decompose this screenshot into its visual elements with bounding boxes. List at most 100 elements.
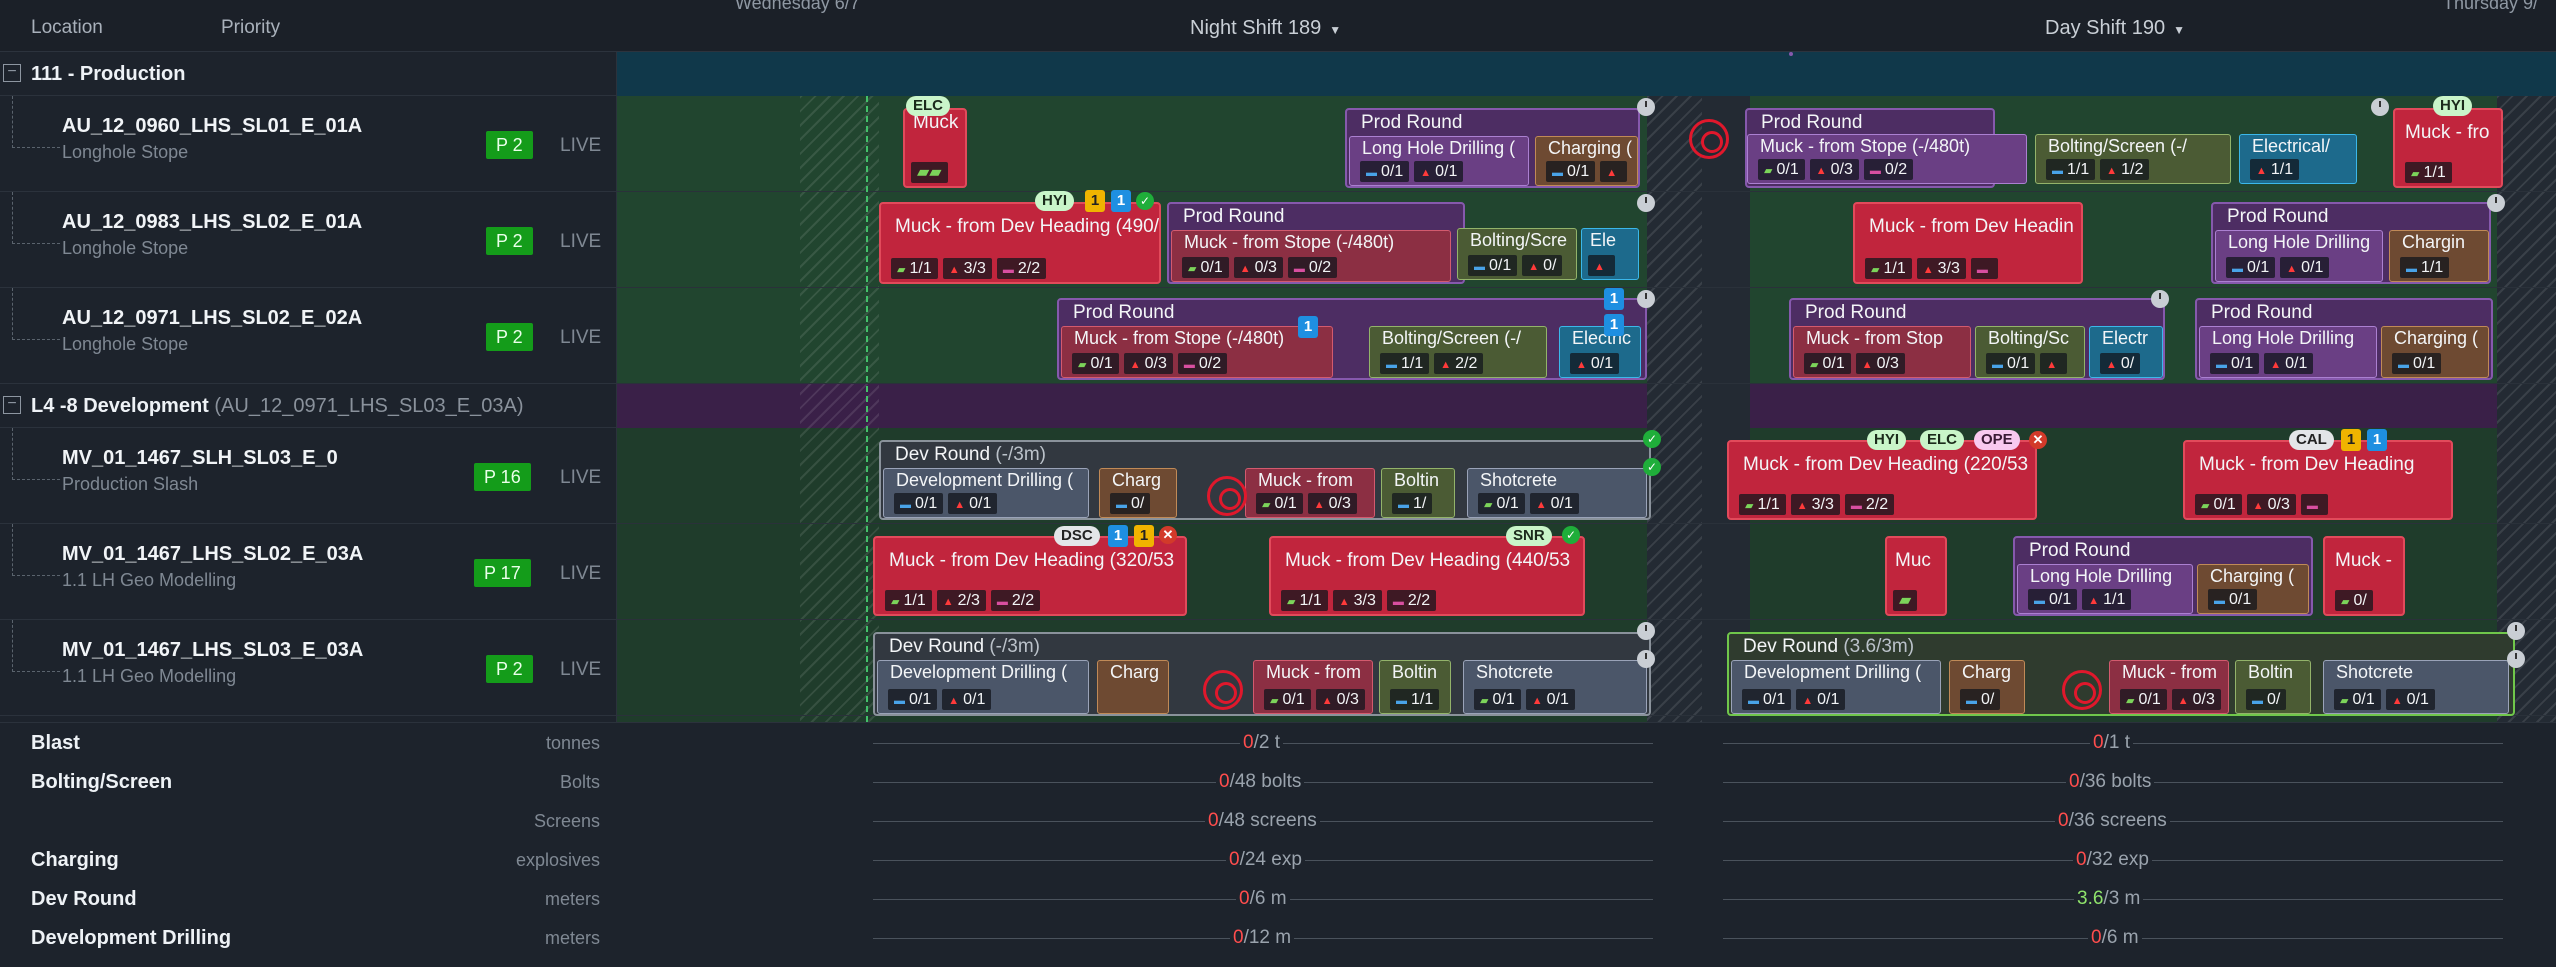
subtask-long-hole-drilling[interactable]: Long Hole Drilling ▬ 0/1 ▲ 1/1 [2017,564,2193,614]
summary-value-night[interactable]: 0/12 m [1230,927,1295,949]
subtask-charging[interactable]: Charg ▬ 0/ [1949,660,2025,714]
tag-hyi[interactable]: HYI [2433,96,2473,116]
summary-value-day[interactable]: 0/6 m [2088,927,2142,949]
day-shift-selector[interactable]: Day Shift 190 ▼ [2045,17,2185,40]
tag-snr[interactable]: SNR [1506,526,1552,546]
location-row[interactable]: AU_12_0971_LHS_SL02_E_02A Longhole Stope… [0,288,617,384]
summary-value-day[interactable]: 0/1 t [2090,732,2133,754]
subtask-development-drilling[interactable]: Development Drilling ( ▬ 0/1 ▲ 0/1 [883,468,1089,518]
summary-value-night[interactable]: 0/6 m [1236,888,1290,910]
subtask-long-hole-drilling[interactable]: Long Hole Drilling ( ▬ 0/1 ▲ 0/1 [1349,136,1529,186]
task-muck-from-dev-heading[interactable]: Muck - from Dev Heading (320/53 ▰ 1/1 ▲ 2/3… [873,536,1187,616]
collapse-toggle-icon[interactable]: − [3,396,21,414]
subtask-shotcrete[interactable]: Shotcrete ▰ 0/1 ▲ 0/1 [1463,660,1647,714]
info-count-badge[interactable]: 1 [2367,429,2387,451]
subtask-charging[interactable]: Chargin ▬ 1/1 [2389,230,2489,282]
task-muck-from-dev-heading[interactable]: Muck - from Dev Heading ▰ 0/1 ▲ 0/3 ▬ [2183,440,2453,520]
subtask-shotcrete[interactable]: Shotcrete ▰ 0/1 ▲ 0/1 [1467,468,1647,518]
summary-value-night[interactable]: 0/24 exp [1226,849,1305,871]
tag-hyi[interactable]: HYI [1035,191,1075,211]
summary-value-day[interactable]: 0/36 screens [2055,810,2170,832]
tag-elc[interactable]: ELC [906,96,950,116]
subtask-electrical[interactable]: Electrical/ ▲ 1/1 [2239,134,2357,184]
clock-icon[interactable] [1637,622,1655,640]
subtask-shotcrete[interactable]: Shotcrete ▰ 0/1 ▲ 0/1 [2323,660,2509,714]
error-icon[interactable]: ✕ [2029,431,2047,449]
blast-target-icon[interactable] [1207,476,1247,516]
subtask-development-drilling[interactable]: Development Drilling ( ▬ 0/1 ▲ 0/1 [1731,660,1941,714]
tag-hyi[interactable]: HYI [1867,430,1907,450]
summary-value-night[interactable]: 0/48 screens [1205,810,1320,832]
tag-cal[interactable]: CAL [2289,430,2334,450]
summary-value-night[interactable]: 0/2 t [1240,732,1283,754]
summary-value-night[interactable]: 0/48 bolts [1216,771,1305,793]
info-count-badge[interactable]: 1 [1604,314,1624,336]
task-muck-from-dev-heading[interactable]: Muck - from Dev Headin ▰ 1/1 ▲ 3/3 ▬ [1853,202,2083,284]
location-row[interactable]: MV_01_1467_SLH_SL03_E_0 Production Slash… [0,428,617,524]
clock-icon[interactable] [1637,98,1655,116]
clock-icon[interactable] [1637,194,1655,212]
clock-icon[interactable] [2487,194,2505,212]
task-prod-round[interactable]: Prod Round Muck - from Stope (-/480t) ▰ 0… [1167,202,1465,284]
task-prod-round[interactable]: Prod Round Long Hole Drilling ▬ 0/1 ▲ 0/1 C… [2195,298,2493,380]
task-prod-round[interactable]: Prod Round Muck - from Stope (-/480t) ▰ 0… [1057,298,1647,380]
warning-count-badge[interactable]: 1 [1085,190,1105,212]
subtask-electrical[interactable]: Electric ▲ 0/1 [1559,326,1641,378]
subtask-muck[interactable]: Muck - from ▰ 0/1 ▲ 0/3 [2109,660,2229,714]
task-dev-round[interactable]: Dev Round (-/3m) Development Drilling ( … [879,440,1651,520]
subtask-muck[interactable]: Muck - from ▰ 0/1 ▲ 0/3 [1245,468,1375,518]
task-muck-from-dev-heading[interactable]: Muck - from Dev Heading (490/ ▰ 1/1 ▲ 3/3 ▬ 2… [879,202,1161,284]
task-muck-from-dev-heading[interactable]: Muck - from Dev Heading (440/53 ▰ 1/1 ▲ 3/3… [1269,536,1585,616]
task-muck[interactable]: Muck - fro ▰ 1/1 [2393,108,2503,188]
subtask-bolting[interactable]: Boltin ▬ 1/ [1381,468,1455,518]
info-count-badge[interactable]: 1 [1108,525,1128,547]
subtask-long-hole-drilling[interactable]: Long Hole Drilling ▬ 0/1 ▲ 0/1 [2215,230,2383,282]
group-development[interactable]: − L4 -8 Development (AU_12_0971_LHS_SL03… [0,384,617,428]
subtask-bolting[interactable]: Boltin ▬ 1/1 [1379,660,1451,714]
task-muck[interactable]: Muc ▰ [1885,536,1947,616]
priority-column-header[interactable]: Priority [221,17,280,39]
subtask-muck-from-stope[interactable]: Muck - from Stope (-/480t) ▰ 0/1 ▲ 0/3 ▬ 0/2 [1747,134,2027,184]
warning-count-badge[interactable]: 1 [1134,525,1154,547]
subtask-bolting-screen[interactable]: Bolting/Screen (-/ ▬ 1/1 ▲ 1/2 [2035,134,2231,184]
tag-dsc[interactable]: DSC [1054,526,1100,546]
subtask-bolting[interactable]: Boltin ▬ 0/ [2235,660,2311,714]
location-row[interactable]: AU_12_0960_LHS_SL01_E_01A Longhole Stope… [0,96,617,192]
subtask-muck-from-stope[interactable]: Muck - from Stop ▰ 0/1 ▲ 0/3 [1793,326,1971,378]
summary-value-day[interactable]: 3.6/3 m [2074,888,2144,910]
subtask-electrical[interactable]: Electr ▲ 0/ [2089,326,2163,378]
subtask-development-drilling[interactable]: Development Drilling ( ▬ 0/1 ▲ 0/1 [877,660,1089,714]
timeline-grid[interactable]: Muck ▰▰ ELC Prod Round Long Hole Drillin… [617,52,2556,722]
clock-icon[interactable] [2371,98,2389,116]
task-dev-round[interactable]: Dev Round (3.6/3m) Development Drilling … [1727,632,2515,716]
subtask-charging[interactable]: Charging ( ▬ 0/1 ▲ [1535,136,1638,186]
location-row[interactable]: AU_12_0983_LHS_SL02_E_01A Longhole Stope… [0,192,617,288]
clock-icon[interactable] [1637,650,1655,668]
subtask-long-hole-drilling[interactable]: Long Hole Drilling ▬ 0/1 ▲ 0/1 [2199,326,2377,378]
subtask-muck-from-stope[interactable]: Muck - from Stope (-/480t) ▰ 0/1 ▲ 0/3 ▬ 0/2 [1061,326,1333,378]
collapse-toggle-icon[interactable]: − [3,64,21,82]
task-dev-round[interactable]: Dev Round (-/3m) Development Drilling ( … [873,632,1651,716]
location-row[interactable]: MV_01_1467_LHS_SL02_E_03A 1.1 LH Geo Mod… [0,524,617,620]
subtask-charging[interactable]: Charg [1097,660,1169,714]
clock-icon[interactable] [2507,650,2525,668]
info-count-badge[interactable]: 1 [1111,190,1131,212]
info-count-badge[interactable]: 1 [1604,288,1624,310]
subtask-bolting-screen[interactable]: Bolting/Sc ▬ 0/1 ▲ [1975,326,2085,378]
tag-ope[interactable]: OPE [1974,430,2020,450]
subtask-muck[interactable]: Muck - from ▰ 0/1 ▲ 0/3 [1253,660,1373,714]
clock-icon[interactable] [1637,290,1655,308]
task-prod-round[interactable]: Prod Round Long Hole Drilling ( ▬ 0/1 ▲ 0/1… [1345,108,1640,188]
location-column-header[interactable]: Location [31,17,103,39]
clock-icon[interactable] [2151,290,2169,308]
tag-elc[interactable]: ELC [1920,430,1964,450]
night-shift-selector[interactable]: Night Shift 189 ▼ [1190,17,1341,40]
location-row[interactable]: MV_01_1467_LHS_SL03_E_03A 1.1 LH Geo Mod… [0,620,617,716]
subtask-bolting-screen[interactable]: Bolting/Scre ▬ 0/1 ▲ 0/ [1457,228,1577,280]
warning-count-badge[interactable]: 1 [2341,429,2361,451]
blast-target-icon[interactable] [1689,119,1729,159]
blast-target-icon[interactable] [1203,670,1243,710]
task-muck[interactable]: Muck ▰▰ [903,108,967,188]
task-muck[interactable]: Muck - ▰ 0/ [2323,536,2405,616]
summary-value-day[interactable]: 0/32 exp [2073,849,2152,871]
